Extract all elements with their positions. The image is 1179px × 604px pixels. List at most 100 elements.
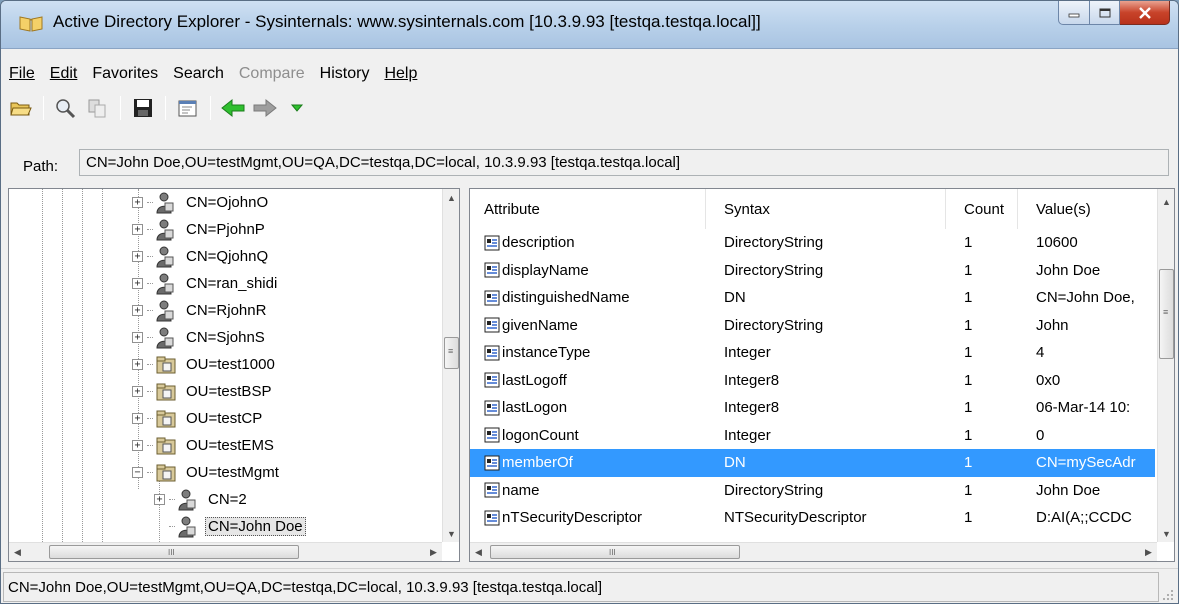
attribute-row[interactable]: nTSecurityDescriptor NTSecurityDescriptor… xyxy=(470,504,1155,532)
collapse-icon[interactable]: − xyxy=(132,467,143,478)
attribute-row[interactable]: lastLogon Integer8 1 06-Mar-14 10: xyxy=(470,394,1155,422)
attribute-list-pane[interactable]: Attribute Syntax Count Value(s) descript… xyxy=(469,188,1175,562)
title-bar[interactable]: Active Directory Explorer - Sysinternals… xyxy=(1,1,1178,49)
tree-item[interactable]: − OU=testMgmt xyxy=(132,459,282,486)
attribute-cell: nTSecurityDescriptor xyxy=(470,509,706,526)
scroll-up-icon[interactable]: ▲ xyxy=(1158,193,1175,210)
attribute-row[interactable]: logonCount Integer 1 0 xyxy=(470,422,1155,450)
tree-horizontal-scrollbar[interactable]: ◀ III ▶ xyxy=(9,542,442,561)
menu-edit[interactable]: Edit xyxy=(50,65,78,83)
attribute-row[interactable]: lastLogoff Integer8 1 0x0 xyxy=(470,367,1155,395)
disconnect-button[interactable] xyxy=(84,94,112,122)
attribute-cell: displayName xyxy=(470,262,706,279)
tree-item-label: OU=testBSP xyxy=(186,383,272,400)
list-scroll-thumb[interactable]: ≡ xyxy=(1159,269,1174,359)
tree-item[interactable]: + CN=RjohnR xyxy=(132,297,269,324)
menu-compare[interactable]: Compare xyxy=(239,65,305,83)
expand-icon[interactable]: + xyxy=(132,224,143,235)
tree-item[interactable]: + CN=OjohnO xyxy=(132,189,271,216)
attribute-cell: lastLogon xyxy=(470,399,706,416)
tree-item[interactable]: + OU=testCP xyxy=(132,405,265,432)
tree-item[interactable]: CN=John Doe xyxy=(154,513,306,540)
attribute-rows: description DirectoryString 1 10600 displayN… xyxy=(470,229,1155,542)
tree-item[interactable]: + CN=QjohnQ xyxy=(132,243,271,270)
tree-connector xyxy=(147,310,153,311)
tree-item[interactable]: + CN=SjohnS xyxy=(132,324,268,351)
forward-arrow-icon xyxy=(253,98,277,118)
scroll-right-icon[interactable]: ▶ xyxy=(425,544,442,561)
save-button[interactable] xyxy=(129,94,157,122)
syntax-cell: NTSecurityDescriptor xyxy=(724,509,867,527)
expand-icon[interactable]: + xyxy=(132,386,143,397)
tree-hscroll-thumb[interactable]: III xyxy=(49,545,299,559)
expand-icon[interactable]: + xyxy=(132,413,143,424)
column-header-attribute[interactable]: Attribute xyxy=(470,189,706,229)
menu-search-label: Search xyxy=(173,65,224,82)
scroll-left-icon[interactable]: ◀ xyxy=(470,544,487,561)
menu-search[interactable]: Search xyxy=(173,65,224,83)
count-cell: 1 xyxy=(964,261,973,279)
menu-history[interactable]: History xyxy=(320,65,370,83)
size-grip-icon[interactable] xyxy=(1162,589,1174,601)
tree-item[interactable]: + CN=PjohnP xyxy=(132,216,268,243)
tree-item[interactable]: + CN=2 xyxy=(154,486,250,513)
attribute-row[interactable]: instanceType Integer 1 4 xyxy=(470,339,1155,367)
connect-icon xyxy=(56,99,76,119)
attribute-row[interactable]: description DirectoryString 1 10600 xyxy=(470,229,1155,257)
window-controls xyxy=(1058,1,1170,25)
tree-item[interactable]: + CN=ran_shidi xyxy=(132,270,280,297)
column-header-count[interactable]: Count xyxy=(946,189,1018,229)
attribute-row[interactable]: name DirectoryString 1 John Doe xyxy=(470,477,1155,505)
attribute-row[interactable]: distinguishedName DN 1 CN=John Doe, xyxy=(470,284,1155,312)
properties-button[interactable] xyxy=(174,94,202,122)
expand-icon[interactable]: + xyxy=(132,305,143,316)
value-cell: John Doe xyxy=(1036,481,1101,499)
value-cell: 0x0 xyxy=(1036,371,1061,389)
expand-icon[interactable]: + xyxy=(132,278,143,289)
menu-history-label: History xyxy=(319,65,370,82)
tree-item[interactable]: + OU=testEMS xyxy=(132,432,277,459)
maximize-button[interactable] xyxy=(1090,1,1120,25)
list-hscroll-thumb[interactable]: III xyxy=(490,545,740,559)
minimize-button[interactable] xyxy=(1058,1,1090,25)
tree-guide-line xyxy=(102,189,103,542)
list-horizontal-scrollbar[interactable]: ◀ III ▶ xyxy=(470,542,1157,561)
expand-icon[interactable]: + xyxy=(132,197,143,208)
menu-favorites[interactable]: Favorites xyxy=(92,65,158,83)
tree-item-label: CN=John Doe xyxy=(205,517,306,536)
scroll-right-icon[interactable]: ▶ xyxy=(1140,544,1157,561)
expand-icon[interactable]: + xyxy=(132,251,143,262)
scroll-grip-icon: ≡ xyxy=(1163,307,1169,317)
attribute-name: description xyxy=(502,234,575,252)
menu-help[interactable]: Help xyxy=(384,65,417,83)
scroll-left-icon[interactable]: ◀ xyxy=(9,544,26,561)
scroll-up-icon[interactable]: ▲ xyxy=(443,189,460,206)
expand-icon[interactable]: + xyxy=(132,332,143,343)
tree-vertical-scrollbar[interactable]: ▲ ≡ ▼ xyxy=(442,189,459,542)
attribute-row[interactable]: givenName DirectoryString 1 John xyxy=(470,312,1155,340)
path-field[interactable]: CN=John Doe,OU=testMgmt,OU=QA,DC=testqa,… xyxy=(79,149,1169,176)
attribute-row[interactable]: memberOf DN 1 CN=mySecAdr xyxy=(470,449,1155,477)
column-header-syntax[interactable]: Syntax xyxy=(706,189,946,229)
tree-item[interactable]: + OU=testBSP xyxy=(132,378,274,405)
attribute-name: nTSecurityDescriptor xyxy=(502,509,643,527)
list-vertical-scrollbar[interactable]: ▲ ≡ ▼ xyxy=(1157,189,1174,542)
history-dropdown-button[interactable] xyxy=(283,94,311,122)
close-button[interactable] xyxy=(1120,1,1170,25)
tree-scroll-thumb[interactable]: ≡ xyxy=(444,337,459,369)
scroll-down-icon[interactable]: ▼ xyxy=(443,525,460,542)
scroll-down-icon[interactable]: ▼ xyxy=(1158,525,1175,542)
expand-icon[interactable]: + xyxy=(154,494,165,505)
tree-pane[interactable]: + CN=OjohnO + CN=PjohnP + CN=QjohnQ + CN=ran_sh… xyxy=(8,188,460,562)
tree-item[interactable]: + OU=test1000 xyxy=(132,351,278,378)
expand-icon[interactable]: + xyxy=(132,359,143,370)
back-button[interactable] xyxy=(219,94,247,122)
tree-item-label: CN=PjohnP xyxy=(186,221,265,238)
column-header-values[interactable]: Value(s) xyxy=(1018,189,1155,229)
attribute-row[interactable]: displayName DirectoryString 1 John Doe xyxy=(470,257,1155,285)
expand-icon[interactable]: + xyxy=(132,440,143,451)
open-button[interactable] xyxy=(7,94,35,122)
connect-button[interactable] xyxy=(52,94,80,122)
forward-button[interactable] xyxy=(251,94,279,122)
menu-file[interactable]: File xyxy=(9,65,35,83)
